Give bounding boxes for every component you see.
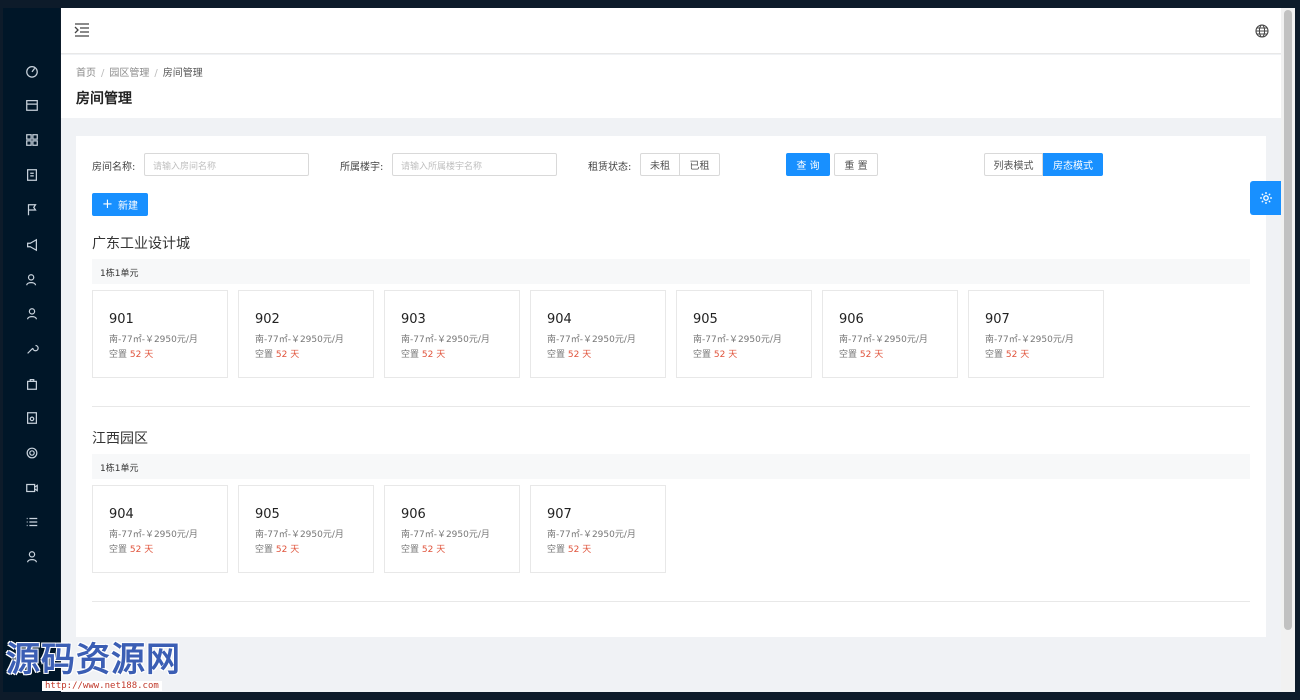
room-info: 南-77㎡-￥2950元/月 [109,530,198,540]
sidebar [3,8,60,692]
room-number: 901 [109,312,134,327]
top-bar [61,8,1281,54]
room-info: 南-77㎡-￥2950元/月 [547,335,636,345]
room-card-item[interactable]: 902 南-77㎡-￥2950元/月 空置 52 天 [238,290,374,378]
scrollbar-thumb[interactable] [1284,10,1292,630]
room-number: 904 [109,507,134,522]
breadcrumb-current: 房间管理 [162,68,203,79]
room-card-item[interactable]: 904 南-77㎡-￥2950元/月 空置 52 天 [530,290,666,378]
vertical-scrollbar[interactable] [1281,8,1295,692]
new-button-label: 新建 [117,201,138,212]
room-info: 南-77㎡-￥2950元/月 [109,335,198,345]
unit-group-bar: 1栋1单元 [92,259,1250,284]
store-icon[interactable] [24,97,40,113]
room-info: 南-77㎡-￥2950元/月 [401,335,490,345]
building-input[interactable]: 请输入所属楼宇名称 [392,153,557,176]
room-info: 南-77㎡-￥2950元/月 [255,530,344,540]
room-info: 南-77㎡-￥2950元/月 [255,335,344,345]
room-name-input[interactable]: 请输入房间名称 [144,153,309,176]
app-frame: 首页 / 园区管理 / 房间管理 房间管理 房间名称: 请输入房间名称 所属楼宇: 请输… [0,0,1300,700]
dashboard-icon[interactable] [24,63,40,79]
globe-icon[interactable] [1255,24,1269,38]
room-vacancy: 空置 52 天 [109,545,154,555]
settings-float-button[interactable] [1250,181,1281,215]
page-title: 房间管理 [76,91,132,107]
room-card-item[interactable]: 905 南-77㎡-￥2950元/月 空置 52 天 [238,485,374,573]
room-info: 南-77㎡-￥2950元/月 [839,335,928,345]
query-button[interactable]: 查 询 [786,153,830,176]
page-header: 首页 / 园区管理 / 房间管理 房间管理 [61,55,1281,118]
room-number: 906 [401,507,426,522]
main-content: 首页 / 园区管理 / 房间管理 房间管理 房间名称: 请输入房间名称 所属楼宇: 请输… [61,8,1281,692]
unit-group-bar: 1栋1单元 [92,454,1250,479]
room-vacancy: 空置 52 天 [401,545,446,555]
room-vacancy: 空置 52 天 [693,350,738,360]
room-card-item[interactable]: 906 南-77㎡-￥2950元/月 空置 52 天 [822,290,958,378]
room-vacancy: 空置 52 天 [985,350,1030,360]
wrench-icon[interactable] [24,341,40,357]
document-icon[interactable] [24,167,40,183]
settings-icon[interactable] [24,445,40,461]
list-icon[interactable] [24,514,40,530]
megaphone-icon[interactable] [24,237,40,253]
room-card-item[interactable]: 904 南-77㎡-￥2950元/月 空置 52 天 [92,485,228,573]
building-label: 所属楼宇: [340,162,384,173]
room-info: 南-77㎡-￥2950元/月 [985,335,1074,345]
user-icon[interactable] [24,306,40,322]
room-name-label: 房间名称: [92,162,136,173]
room-card-item[interactable]: 907 南-77㎡-￥2950元/月 空置 52 天 [530,485,666,573]
list-mode-button[interactable]: 列表模式 [984,153,1043,176]
room-number: 904 [547,312,572,327]
report-icon[interactable] [24,410,40,426]
room-card-item[interactable]: 907 南-77㎡-￥2950元/月 空置 52 天 [968,290,1104,378]
gear-icon [1259,192,1272,204]
room-vacancy: 空置 52 天 [401,350,446,360]
rent-status-unrented[interactable]: 未租 [640,153,680,176]
room-number: 907 [547,507,572,522]
room-vacancy: 空置 52 天 [547,545,592,555]
watermark-url: http://www.net188.com [42,681,162,691]
room-card-item[interactable]: 901 南-77㎡-￥2950元/月 空置 52 天 [92,290,228,378]
park-title: 江西园区 [92,431,148,447]
plus-icon: + [102,197,113,212]
room-state-mode-button[interactable]: 房态模式 [1043,153,1103,176]
room-info: 南-77㎡-￥2950元/月 [401,530,490,540]
room-info: 南-77㎡-￥2950元/月 [547,530,636,540]
room-number: 906 [839,312,864,327]
room-info: 南-77㎡-￥2950元/月 [693,335,782,345]
rent-status-rented[interactable]: 已租 [679,153,720,176]
apps-icon[interactable] [24,132,40,148]
breadcrumb-home[interactable]: 首页 [76,68,96,79]
room-number: 907 [985,312,1010,327]
room-card: 房间名称: 请输入房间名称 所属楼宇: 请输入所属楼宇名称 租赁状态: 未租 已… [76,136,1266,637]
bag-icon[interactable] [24,376,40,392]
breadcrumb-park[interactable]: 园区管理 [109,68,149,79]
room-vacancy: 空置 52 天 [547,350,592,360]
video-icon[interactable] [24,480,40,496]
menu-fold-icon[interactable] [74,23,90,37]
section-divider [92,406,1250,407]
room-vacancy: 空置 52 天 [255,350,300,360]
rent-status-label: 租赁状态: [588,162,632,173]
reset-button[interactable]: 重 置 [834,153,878,176]
person-icon[interactable] [24,549,40,565]
park-title: 广东工业设计城 [92,236,190,252]
room-card-item[interactable]: 906 南-77㎡-￥2950元/月 空置 52 天 [384,485,520,573]
new-button[interactable]: + 新建 [92,193,148,216]
room-card-item[interactable]: 903 南-77㎡-￥2950元/月 空置 52 天 [384,290,520,378]
breadcrumb: 首页 / 园区管理 / 房间管理 [76,68,203,79]
room-number: 905 [693,312,718,327]
room-card-item[interactable]: 905 南-77㎡-￥2950元/月 空置 52 天 [676,290,812,378]
room-number: 905 [255,507,280,522]
user-group-icon[interactable] [24,272,40,288]
watermark-logo: 源码资源网 [6,640,181,680]
section-divider [92,601,1250,602]
room-number: 903 [401,312,426,327]
room-vacancy: 空置 52 天 [255,545,300,555]
flag-icon[interactable] [24,202,40,218]
room-number: 902 [255,312,280,327]
room-vacancy: 空置 52 天 [839,350,884,360]
room-vacancy: 空置 52 天 [109,350,154,360]
